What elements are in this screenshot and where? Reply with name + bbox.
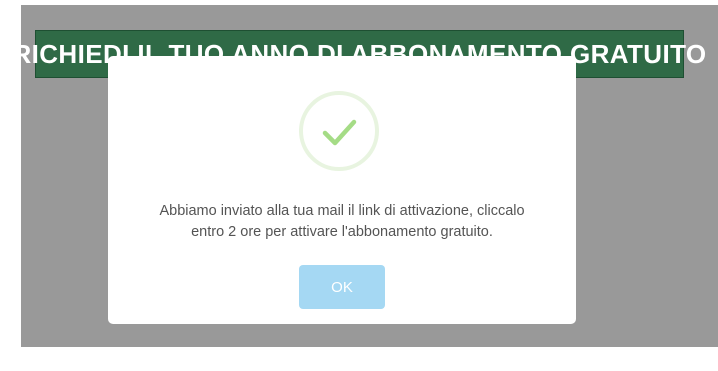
dialog-message-line-2: entro 2 ore per attivare l'abbonamento g… bbox=[191, 224, 493, 240]
dialog-message: Abbiamo inviato alla tua mail il link di… bbox=[118, 201, 566, 243]
dialog-message-line-1: Abbiamo inviato alla tua mail il link di… bbox=[159, 203, 525, 219]
ok-button[interactable]: OK bbox=[299, 265, 385, 309]
success-dialog: Abbiamo inviato alla tua mail il link di… bbox=[108, 56, 576, 324]
success-check-icon bbox=[299, 91, 379, 171]
